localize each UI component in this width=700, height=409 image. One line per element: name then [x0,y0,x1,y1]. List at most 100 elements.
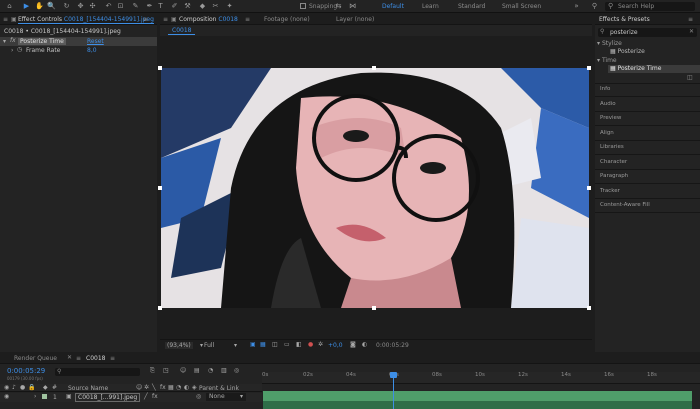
panel-menu-icon[interactable]: ≡ [163,16,168,23]
transform-handle[interactable] [158,306,162,310]
workspace-small-screen[interactable]: Small Screen [502,3,541,10]
layer-duration-bar-lower[interactable] [263,401,692,409]
puppet-tool-icon[interactable]: ✦ [225,2,234,11]
rotate-tool-icon[interactable]: ↻ [62,2,71,11]
tab-menu-icon[interactable]: ≡ [143,16,148,23]
zoom-dropdown[interactable]: (93,4%) [165,342,193,349]
home-icon[interactable]: ⌂ [5,2,14,11]
current-time-display[interactable]: 0:00:05:29 [7,367,45,375]
effect-item-posterize[interactable]: ▦ Posterize [610,48,645,55]
layer-row[interactable]: ◉ › 1 ▣ C0018_[...991].jpeg ╱ fx ◎ None … [0,393,262,402]
panel-character[interactable]: Character [600,159,627,165]
transform-handle[interactable] [158,186,162,190]
layer-quality-icon[interactable]: ╱ [144,393,148,400]
workspace-menu-icon[interactable]: » [572,2,581,11]
roto-brush-tool-icon[interactable]: ✂ [211,2,220,11]
resolution-dropdown[interactable]: Full [204,342,214,349]
panel-content-aware-fill[interactable]: Content-Aware Fill [600,202,650,208]
exposure-reset-icon[interactable]: ✲ [318,341,323,348]
selection-tool-icon[interactable]: ▶ [22,2,31,11]
transform-handle[interactable] [587,306,591,310]
workspace-learn[interactable]: Learn [422,3,439,10]
panel-tracker[interactable]: Tracker [600,188,620,194]
clear-search-icon[interactable]: ✕ [689,28,694,35]
expand-arrow-icon[interactable]: › [11,47,13,54]
clone-stamp-tool-icon[interactable]: ⚒ [183,2,192,11]
hand-tool-icon[interactable]: ✋ [35,2,44,11]
frame-blending-icon[interactable]: ▤ [194,367,200,374]
stopwatch-icon[interactable]: ◷ [17,46,22,53]
tab-menu-icon[interactable]: ≡ [76,355,81,362]
viewer-timecode[interactable]: 0:00:05:29 [376,342,409,349]
layer-name[interactable]: C0018_[...991].jpeg [75,393,141,402]
draft-3d-icon[interactable]: ◳ [163,367,169,374]
tab-effects-presets[interactable]: Effects & Presets [599,16,650,23]
lock-icon[interactable]: ▣ [171,16,177,23]
show-snapshot-icon[interactable]: ◐ [362,341,367,348]
tab-menu-icon[interactable]: ≡ [245,16,250,23]
lock-icon[interactable]: ▣ [11,16,17,23]
category-stylize[interactable]: ▾ Stylize [597,40,622,47]
pen-tool-icon[interactable]: ✎ [131,2,140,11]
snap-magnet-icon[interactable]: ⋈ [348,2,357,11]
workspace-default[interactable]: Default [382,3,404,10]
search-help-field[interactable]: ⚲ Search Help [605,2,695,11]
layer-fx-icon[interactable]: fx [152,393,158,400]
panel-paragraph[interactable]: Paragraph [600,173,628,179]
tab-timeline-comp[interactable]: C0018 [86,355,105,362]
eraser-tool-icon[interactable]: ◆ [198,2,207,11]
composition-viewer-image[interactable] [161,68,589,308]
new-preset-icon[interactable]: ◫ [687,74,693,81]
transform-handle[interactable] [587,186,591,190]
panel-audio[interactable]: Audio [600,101,616,107]
motion-blur-icon[interactable]: ◔ [208,367,213,374]
mask-visibility-icon[interactable]: ◫ [272,341,278,348]
effects-search-field[interactable]: ⚲ posterize ✕ [598,28,697,37]
brush-tool-icon[interactable]: ✐ [170,2,179,11]
panel-align[interactable]: Align [600,130,614,136]
graph-editor-icon[interactable]: ▥ [221,367,227,374]
shape-tool-icon[interactable]: ⊡ [116,2,125,11]
transform-handle[interactable] [372,66,376,70]
workspace-standard[interactable]: Standard [458,3,485,10]
region-of-interest-icon[interactable]: ▣ [250,341,256,348]
channel-icon[interactable]: ◧ [296,341,302,348]
category-time[interactable]: ▾ Time [597,57,617,64]
tab-effect-controls[interactable]: Effect Controls C0018_[154404-154991].jp… [18,16,154,24]
snap-options-icon[interactable]: ⇆ [334,2,343,11]
close-tab-icon[interactable]: ✕ [67,354,72,361]
panel-menu-icon[interactable]: ≡ [3,16,8,23]
search-tool-icon[interactable]: ⚲ [590,2,599,11]
camera-snapshot-icon[interactable]: ◙ [350,341,356,348]
video-visibility-icon[interactable]: ◉ [4,393,9,400]
effect-row-posterize-time[interactable]: ▾ fx Posterize Time Reset [0,37,157,46]
comp-flow-label[interactable]: C0018 [168,27,196,35]
color-channel-icon[interactable]: ● [308,341,313,348]
rectangle-tool-icon[interactable]: ↶ [104,2,113,11]
type-tool-icon[interactable]: T [156,2,165,11]
transparency-grid-icon[interactable]: ▦ [260,341,266,348]
frame-rate-value[interactable]: 8,0 [87,47,97,54]
composition-mini-flowchart-icon[interactable]: ⎘ [150,367,155,375]
fx-icon[interactable]: fx [10,37,16,44]
time-ruler[interactable]: 0s 02s 04s 06s 08s 10s 12s 14s 16s 18s [262,372,700,384]
pickwhip-icon[interactable]: ◎ [196,393,201,400]
transform-handle[interactable] [158,66,162,70]
panel-info[interactable]: Info [600,86,610,92]
hide-shy-icon[interactable]: ◎ [234,367,239,374]
transform-handle[interactable] [587,66,591,70]
timeline-search-field[interactable]: ⚲ [55,368,140,376]
camera-tool-icon[interactable]: ✥ [76,2,85,11]
tab-footage[interactable]: Footage (none) [264,16,310,23]
zoom-tool-icon[interactable]: 🔍 [47,2,56,11]
tab-render-queue[interactable]: Render Queue [14,355,57,362]
effect-item-posterize-time[interactable]: ▦ Posterize Time [608,65,700,73]
panel-libraries[interactable]: Libraries [600,144,624,150]
tab-composition[interactable]: Composition C0018 [179,16,238,23]
expand-layer-icon[interactable]: › [34,393,36,400]
panel-preview[interactable]: Preview [600,115,621,121]
pen-alt-icon[interactable]: ✒ [145,2,154,11]
pan-behind-tool-icon[interactable]: ✣ [88,2,97,11]
playhead-handle[interactable] [390,372,397,378]
collapse-arrow-icon[interactable]: ▾ [3,38,6,45]
